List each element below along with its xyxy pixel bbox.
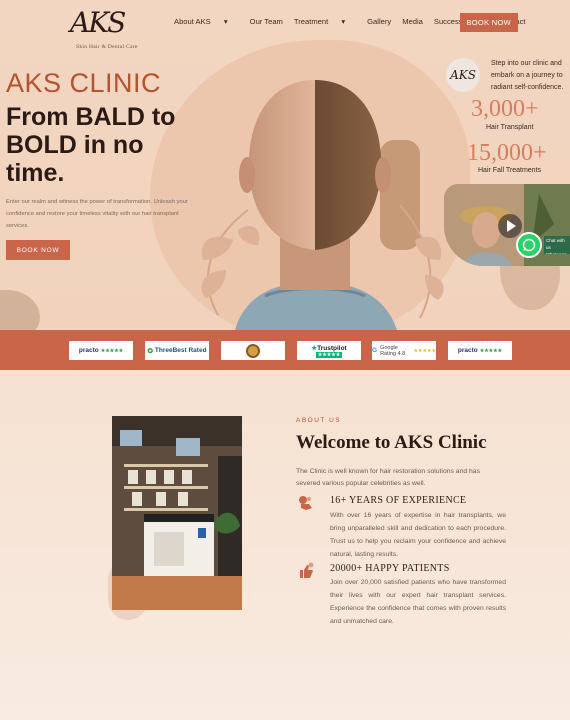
hero-head-image: [235, 80, 397, 330]
hero-description: Enter our realm and witness the power of…: [6, 199, 188, 229]
star-icons: ★★★★★: [315, 351, 343, 358]
stat-hair-fall-value: 15,000+: [467, 140, 547, 166]
badge-text: practo: [78, 347, 99, 354]
clinic-intro-text: Step into our clinic and embark on a jou…: [491, 60, 564, 91]
feature-experience-title: 16+ YEARS OF EXPERIENCE: [330, 495, 467, 506]
rating-badges-strip: practo ★★★★★ ✪ ThreeBest Rated ★Trustpilot…: [0, 330, 570, 370]
nav-item-treatment[interactable]: Treatment ▾: [294, 17, 356, 26]
trophy-icon: ✪: [147, 347, 153, 355]
stat-hair-transplant-value: 3,000+: [471, 96, 539, 122]
badge-text: Trustpilot: [317, 344, 347, 352]
whatsapp-button[interactable]: [516, 232, 542, 258]
logo-subtitle: Skin Hair & Dental Care: [76, 44, 138, 50]
nav-label: Treatment: [293, 17, 329, 26]
star-icons: ★★★★★: [413, 347, 436, 354]
reception-illustration: [112, 416, 242, 610]
hero-clinic-title: AKS CLINIC: [6, 68, 162, 98]
about-tag: ABOUT US: [296, 417, 342, 424]
chevron-down-icon: ▾: [341, 17, 346, 26]
mini-logo: AKS: [446, 58, 480, 92]
nav-item-media[interactable]: Media: [402, 17, 423, 26]
nav-label: About AKS: [174, 17, 211, 26]
whatsapp-icon: [522, 238, 536, 252]
book-now-button[interactable]: BOOK NOW: [6, 240, 70, 260]
decor-blob: [0, 290, 40, 330]
whatsapp-label[interactable]: Chat with us WhatsApp: [544, 236, 570, 254]
star-icons: ★★★★★: [479, 347, 503, 354]
top-nav: AKS Skin Hair & Dental Care About AKS ▾ …: [0, 0, 570, 50]
hero-headline: From BALD to BOLD in no time.: [6, 103, 176, 187]
stat-hair-fall-label: Hair Fall Treatments: [478, 167, 542, 174]
badge-text: practo: [457, 347, 478, 354]
chevron-down-icon: ▾: [223, 17, 228, 26]
feature-patients-text: Join over 20,000 satisfied patients who …: [330, 579, 506, 625]
play-button[interactable]: [498, 214, 522, 238]
badge-google-rating[interactable]: G Google Rating 4.8 ★★★★★: [372, 341, 436, 360]
thumbs-up-icon: [300, 562, 314, 578]
feature-experience-text: With over 16 years of expertise in hair …: [330, 512, 506, 558]
badge-seal[interactable]: [221, 341, 285, 360]
seal-icon: [246, 343, 260, 358]
google-icon: G: [372, 347, 378, 354]
nav-item-gallery[interactable]: Gallery: [367, 17, 391, 26]
about-section: ABOUT US Welcome to AKS Clinic The Clini…: [0, 370, 570, 720]
about-intro: The Clinic is well known for hair restor…: [296, 468, 480, 487]
badge-practo[interactable]: practo ★★★★★: [69, 341, 133, 360]
badge-text: Google Rating 4.8: [380, 344, 406, 357]
star-icons: ★★★★★: [100, 347, 124, 354]
stat-hair-transplant-label: Hair Transplant: [486, 124, 534, 131]
badge-text: ThreeBest Rated: [154, 347, 207, 354]
handshake-icon: [299, 496, 312, 510]
badge-trustpilot[interactable]: ★Trustpilot ★★★★★: [297, 341, 361, 360]
clinic-reception-photo: [112, 416, 242, 610]
badge-practo-2[interactable]: practo ★★★★★: [448, 341, 512, 360]
nav-item-team[interactable]: Our Team: [250, 17, 283, 26]
book-now-nav-button[interactable]: BOOK NOW: [459, 13, 518, 32]
badge-threebestrated[interactable]: ✪ ThreeBest Rated: [145, 341, 209, 360]
play-icon: [507, 220, 516, 232]
hero-section: AKS Skin Hair & Dental Care About AKS ▾ …: [0, 0, 570, 330]
feature-patients-title: 20000+ HAPPY PATIENTS: [330, 563, 450, 574]
logo-mark: AKS: [70, 6, 126, 39]
brand-logo[interactable]: AKS Skin Hair & Dental Care: [64, 6, 148, 50]
nav-item-about[interactable]: About AKS ▾: [174, 17, 239, 26]
badge-label-row: ★Trustpilot: [311, 344, 346, 352]
about-title: Welcome to AKS Clinic: [296, 432, 487, 453]
